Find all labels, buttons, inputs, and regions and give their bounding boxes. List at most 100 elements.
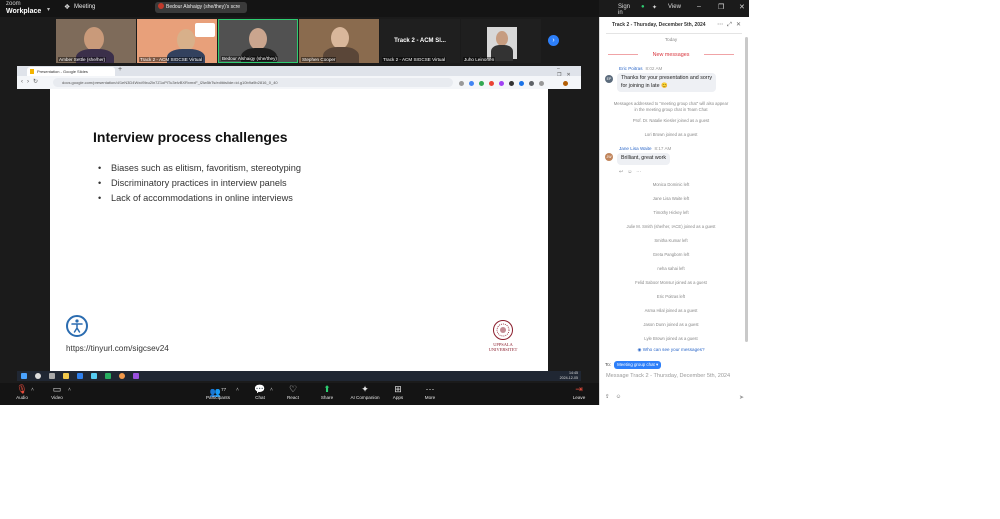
chevron-up-icon[interactable]: ˄ [68, 387, 71, 393]
avatar[interactable]: EP [605, 75, 613, 83]
browser-tab[interactable]: Presentation - Google Slides [27, 67, 115, 76]
chat-panel: Track 2 - Thursday, December 5th, 2024 ⋯… [599, 17, 749, 405]
title-bar: zoom Workplace ▾ ❖ Meeting Bedour Alshai… [0, 0, 745, 17]
video-tile[interactable]: Amber Settle (she/her) [56, 19, 136, 63]
browser-tab-title: Presentation - Google Slides [37, 69, 88, 74]
system-event: Lyle Brown joined as a guest [644, 336, 698, 341]
avatar[interactable]: JW [605, 153, 613, 161]
system-event: Julie M. Smith (she/her, IACE) joined as… [626, 224, 716, 229]
sigcse-badge [195, 23, 215, 37]
chat-header-controls[interactable]: ⋯⤢✕ [717, 21, 745, 29]
participant-name: Track 2 - ACM SIGCSE Virtual [382, 57, 447, 62]
share-button[interactable]: ⬆ Share [317, 383, 337, 400]
who-can-see-link[interactable]: ◉ Who can see your messages? [600, 347, 742, 353]
apps-button[interactable]: ⊞ Apps [388, 383, 408, 400]
participants-button[interactable]: 👥77 Participants [203, 383, 233, 400]
system-event: Jane Lisa Waite left [652, 196, 690, 201]
message-sender: Eric Poitras 8:02 AM [619, 66, 663, 71]
extension-icon[interactable] [529, 81, 534, 86]
meeting-label[interactable]: Meeting [74, 4, 95, 10]
leave-door-icon: ⇥ [575, 384, 583, 394]
participant-name: Juho Leinonen [463, 57, 496, 62]
extension-icon[interactable] [519, 81, 524, 86]
uppsala-logo-text: UPPSALA UNIVERSITET [488, 342, 518, 352]
participant-face [84, 27, 104, 51]
start-icon[interactable] [21, 373, 27, 379]
compose-tools[interactable]: ⇪☺ [605, 394, 627, 400]
system-clock[interactable]: 14:45 2024-12-05 [560, 371, 578, 380]
participant-name: Bedour Alshaigy (she/they) [221, 56, 278, 61]
slide-link-text: https://tinyurl.com/sigcsev24 [66, 344, 169, 353]
heart-icon: ♡ [288, 384, 298, 394]
app-icon[interactable] [91, 373, 97, 379]
video-tile-active-speaker[interactable]: Bedour Alshaigy (she/they) [218, 19, 298, 63]
minimize-icon[interactable]: – [697, 3, 701, 10]
react-button[interactable]: ♡ React [283, 383, 303, 400]
leave-button[interactable]: ⇥ Leave [569, 383, 589, 400]
new-tab-icon[interactable]: + [118, 66, 122, 73]
next-page-arrow-icon[interactable]: › [548, 35, 559, 46]
message-input[interactable]: Message Track 2 - Thursday, December 5th… [606, 373, 730, 379]
message-bubble[interactable]: Thanks for your presentation and sorry f… [617, 73, 716, 92]
chat-scrollbar[interactable] [745, 37, 748, 342]
chat-button[interactable]: 💬 Chat [250, 383, 270, 400]
more-dots-icon: ⋯ [425, 384, 435, 394]
video-tile[interactable]: Juho Leinonen [461, 19, 541, 63]
participants-count: 77 [221, 387, 227, 392]
message-bubble[interactable]: Brilliant, great work [617, 153, 671, 165]
slide-title: Interview process challenges [93, 129, 288, 145]
close-icon[interactable]: ✕ [739, 3, 745, 11]
chevron-down-icon[interactable]: ▾ [47, 6, 50, 13]
video-tile[interactable]: Track 2 - ACM SIGCSE Virtual [137, 19, 217, 63]
video-tile[interactable]: Track 2 - ACM SI... Track 2 - ACM SIGCSE… [380, 19, 460, 63]
ai-companion-button[interactable]: ✦ AI Companion [345, 383, 385, 400]
new-messages-marker: New messages [652, 52, 690, 58]
search-icon[interactable] [35, 373, 41, 379]
extension-icon[interactable] [469, 81, 474, 86]
more-button[interactable]: ⋯ More [420, 383, 440, 400]
app-icon[interactable] [133, 373, 139, 379]
shield-icon[interactable]: ● [641, 4, 645, 10]
video-tile[interactable]: Stephen Cooper [299, 19, 379, 63]
view-button[interactable]: View [668, 4, 681, 10]
extension-icon[interactable] [479, 81, 484, 86]
browser-address-bar: ‹›↻ docs.google.com/presentation/d/1eN3D… [17, 76, 581, 89]
chat-title: Track 2 - Thursday, December 5th, 2024 [612, 22, 706, 28]
bullet-item: Biases such as elitism, favoritism, ster… [98, 163, 301, 173]
participant-name: Amber Settle (she/her) [58, 57, 107, 62]
active-speaker-indicator[interactable]: Bedour Alshaigy (she/they)'s scre [155, 2, 247, 13]
zoom-logo: zoom Workplace [6, 1, 42, 15]
microphone-muted-icon: 🎙 [16, 384, 28, 394]
message-reactions[interactable]: ↩☺⋯ [619, 169, 645, 175]
extension-icon[interactable] [459, 81, 464, 86]
send-icon[interactable]: ➤ [739, 394, 744, 401]
bullet-item: Lack of accommodations in online intervi… [98, 193, 301, 203]
file-explorer-icon[interactable] [63, 373, 69, 379]
sign-in-button[interactable]: Sign in [618, 4, 630, 16]
participant-face [331, 27, 349, 49]
profile-avatar[interactable] [563, 81, 568, 86]
app-icon[interactable] [77, 373, 83, 379]
extension-icon[interactable] [499, 81, 504, 86]
app-icon[interactable] [105, 373, 111, 379]
address-input[interactable]: docs.google.com/presentation/d/1eN3D4Wxd… [53, 78, 453, 87]
restore-icon[interactable]: ❐ [718, 3, 724, 11]
extension-icon[interactable] [489, 81, 494, 86]
video-button[interactable]: ▭ Video [47, 383, 67, 400]
nav-arrows-icon[interactable]: ‹›↻ [21, 78, 42, 85]
chevron-up-icon[interactable]: ˄ [270, 387, 273, 393]
extension-icon[interactable] [539, 81, 544, 86]
audio-button[interactable]: 🎙 Audio [12, 383, 32, 400]
extension-icon[interactable] [509, 81, 514, 86]
task-view-icon[interactable] [49, 373, 55, 379]
sparkle-icon: ✦ [361, 384, 369, 394]
browser-tab-bar: Presentation - Google Slides + –❐✕ [17, 66, 581, 78]
slides-icon [30, 69, 34, 74]
chevron-up-icon[interactable]: ˄ [31, 387, 34, 393]
chevron-up-icon[interactable]: ˄ [236, 387, 239, 393]
sparkle-icon[interactable]: ✦ [652, 4, 657, 11]
chat-bubble-icon: 💬 [254, 384, 266, 394]
recipient-dropdown[interactable]: Meeting group chat ▾ [614, 361, 662, 369]
chrome-icon[interactable] [119, 373, 125, 379]
participant-face [496, 31, 508, 46]
